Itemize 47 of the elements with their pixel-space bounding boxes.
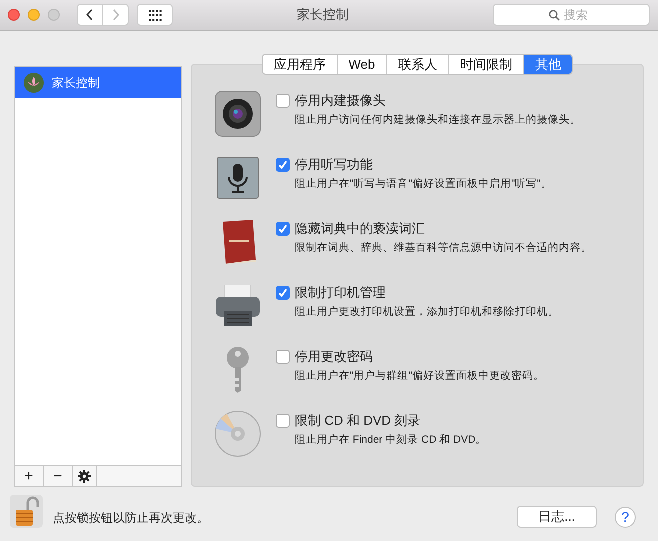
tab[interactable]: 应用程序 xyxy=(262,55,337,74)
chevron-right-icon xyxy=(112,9,120,21)
checkmark-icon xyxy=(278,160,288,170)
checkbox[interactable] xyxy=(276,222,290,236)
camera-icon xyxy=(215,91,261,137)
checkmark-icon xyxy=(278,224,288,234)
option-description: 限制在词典、辞典、维基百科等信息源中访问不合适的内容。 xyxy=(295,240,592,256)
gear-icon xyxy=(78,470,91,482)
lock-button[interactable] xyxy=(10,494,43,528)
option-description: 阻止用户在"用户与群组"偏好设置面板中更改密码。 xyxy=(295,368,544,384)
log-button[interactable]: 日志... xyxy=(517,506,597,528)
option-title: 停用更改密码 xyxy=(295,348,373,366)
checkbox[interactable] xyxy=(276,158,290,172)
option-description: 阻止用户在 Finder 中刻录 CD 和 DVD。 xyxy=(295,432,487,448)
checkbox[interactable] xyxy=(276,94,290,108)
option-title: 隐藏词典中的亵渎词汇 xyxy=(295,220,425,238)
option-title: 停用内建摄像头 xyxy=(295,92,386,110)
open-padlock-icon xyxy=(14,496,38,526)
checkbox[interactable] xyxy=(276,286,290,300)
sidebar-item[interactable]: 家长控制 xyxy=(15,67,181,98)
option-title: 限制打印机管理 xyxy=(295,284,386,302)
option-title: 限制 CD 和 DVD 刻录 xyxy=(295,412,421,430)
window-title: 家长控制 xyxy=(297,6,349,24)
add-button[interactable]: + xyxy=(15,466,44,486)
grid-icon xyxy=(148,10,162,20)
key-icon xyxy=(226,347,250,393)
checkmark-icon xyxy=(278,288,288,298)
back-button[interactable] xyxy=(77,4,103,26)
printer-icon xyxy=(215,285,261,327)
tab[interactable]: Web xyxy=(336,55,386,74)
checkbox[interactable] xyxy=(276,414,290,428)
close-button[interactable] xyxy=(8,9,20,21)
option-description: 阻止用户在"听写与语音"偏好设置面板中启用"听写"。 xyxy=(295,176,552,192)
option-description: 阻止用户更改打印机设置，添加打印机和移除打印机。 xyxy=(295,304,559,320)
tab[interactable]: 其他 xyxy=(523,55,572,74)
checkbox[interactable] xyxy=(276,350,290,364)
flower-avatar-icon xyxy=(24,72,44,92)
microphone-icon xyxy=(217,157,259,199)
option-description: 阻止用户访问任何内建摄像头和连接在显示器上的摄像头。 xyxy=(295,112,581,128)
disc-icon xyxy=(215,411,261,457)
show-all-button[interactable] xyxy=(137,4,173,26)
lock-hint: 点按锁按钮以防止再次更改。 xyxy=(53,510,209,527)
chevron-left-icon xyxy=(86,9,94,21)
remove-button[interactable]: − xyxy=(44,466,73,486)
option-title: 停用听写功能 xyxy=(295,156,373,174)
tab[interactable]: 联系人 xyxy=(386,55,448,74)
help-button[interactable]: ? xyxy=(615,506,636,528)
